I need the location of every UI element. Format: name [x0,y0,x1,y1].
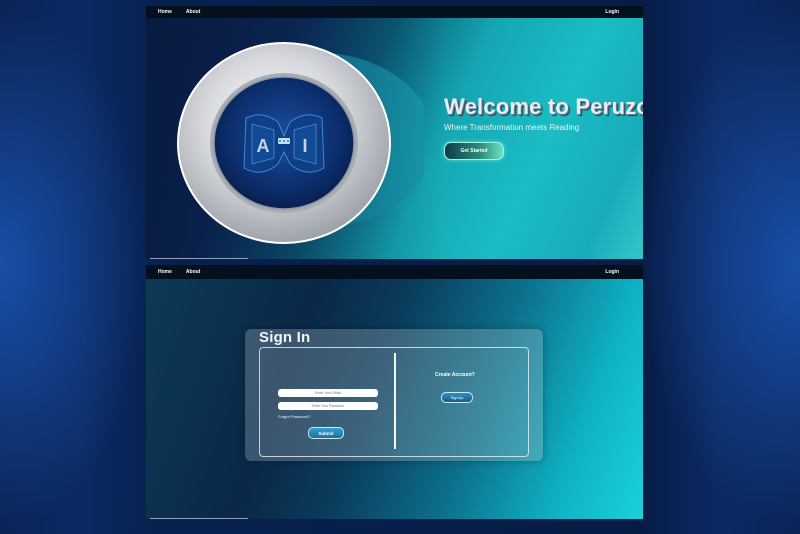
get-started-button[interactable]: Get Started [444,142,504,160]
hero-screenshot: A I Welcome to Peruzor Where Transformat… [146,6,643,259]
submit-button[interactable]: Submit [308,427,344,439]
nav-login-link[interactable]: Login [605,269,619,275]
signin-screenshot: Home About Login Sign In Forgot Password… [146,265,643,519]
signin-form-frame: Forgot Password? Submit Create Account? … [259,347,529,457]
top-navbar: Home About Login [146,265,643,279]
nav-about-link[interactable]: About [186,9,200,15]
top-navbar: Home About Login [146,6,643,18]
logo-circuit-icon [278,138,290,144]
create-account-label: Create Account? [435,372,475,378]
signin-card: Sign In Forgot Password? Submit Create A… [245,329,543,461]
form-divider [394,353,396,449]
password-field[interactable] [278,402,378,410]
ai-ring-logo: A I [177,42,424,244]
nav-about-link[interactable]: About [186,269,200,275]
signin-title: Sign In [259,329,311,346]
hero-subline: Where Transformation meets Reading [444,123,580,132]
signup-button[interactable]: SignUp [441,392,473,403]
forgot-password-link[interactable]: Forgot Password? [278,414,310,419]
nav-login-link[interactable]: Login [605,9,619,15]
nav-home-link[interactable]: Home [158,269,172,275]
email-field[interactable] [278,389,378,397]
hero-headline: Welcome to Peruzor [444,94,643,119]
left-glow [0,0,150,534]
right-glow [640,0,800,534]
bottom-divider [150,518,248,519]
bottom-divider [150,258,248,259]
logo-letter-i: I [302,136,307,156]
logo-letter-a: A [257,136,270,156]
nav-home-link[interactable]: Home [158,9,172,15]
